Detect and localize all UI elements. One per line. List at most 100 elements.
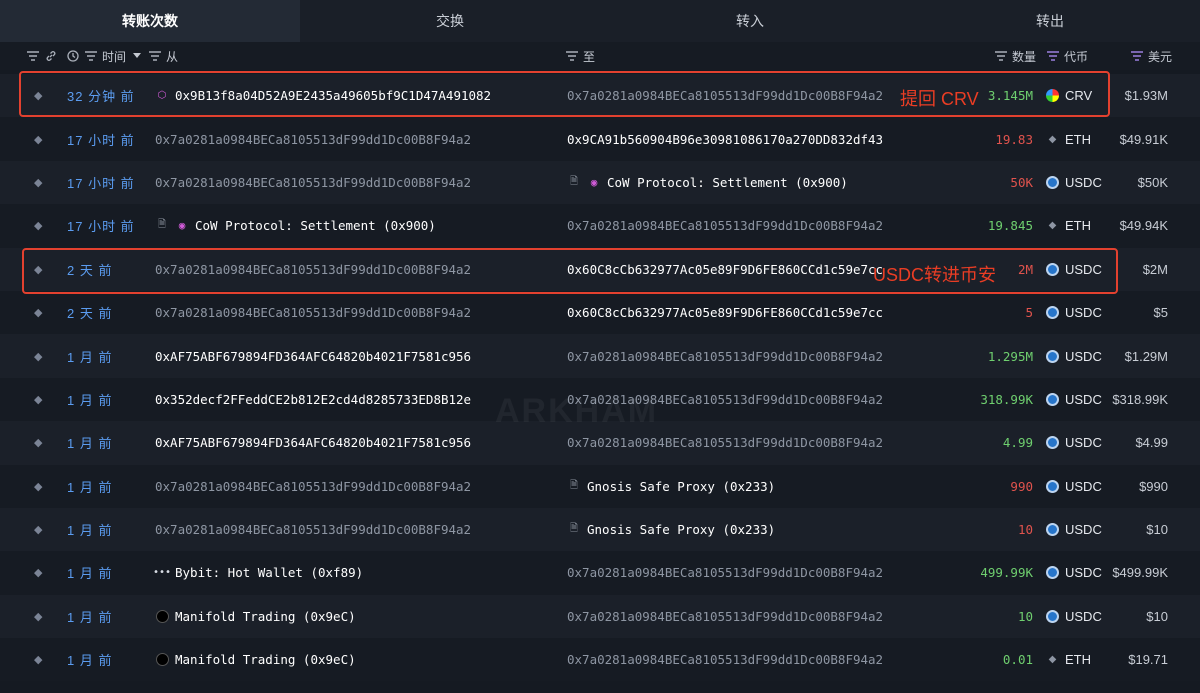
from-address[interactable]: 0x7a0281a0984BECa8105513dF99dd1Dc00B8F94… (155, 117, 471, 160)
token-cell[interactable]: USDC (1046, 334, 1102, 377)
filter-icon[interactable] (1046, 49, 1060, 63)
to-address-text[interactable]: 0x7a0281a0984BECa8105513dF99dd1Dc00B8F94… (567, 609, 883, 624)
to-address[interactable]: 🗎 Gnosis Safe Proxy (0x233) (567, 508, 775, 551)
to-address[interactable]: 0x7a0281a0984BECa8105513dF99dd1Dc00B8F94… (567, 638, 883, 681)
from-address[interactable]: 🗎 ◉ CoW Protocol: Settlement (0x900) (155, 204, 436, 247)
time-link[interactable]: 32 分钟 前 (67, 74, 135, 117)
table-row[interactable]: ◆ 32 分钟 前 ⬡ 0x9B13f8a04D52A9E2435a49605bf9C… (0, 74, 1200, 118)
to-address[interactable]: 0x7a0281a0984BECa8105513dF99dd1Dc00B8F94… (567, 551, 883, 594)
from-address-text[interactable]: 0x7a0281a0984BECa8105513dF99dd1Dc00B8F94… (155, 175, 471, 190)
to-address-text[interactable]: 0x7a0281a0984BECa8105513dF99dd1Dc00B8F94… (567, 218, 883, 233)
token-cell[interactable]: ◆ ETH (1046, 204, 1091, 247)
table-row[interactable]: ◆ 17 小时 前 🗎 ◉ CoW Protocol: Settlement (0x90… (0, 204, 1200, 248)
to-address-text[interactable]: 0x7a0281a0984BECa8105513dF99dd1Dc00B8F94… (567, 88, 883, 103)
header-amount[interactable]: 数量 (994, 42, 1036, 70)
to-address[interactable]: 0x7a0281a0984BECa8105513dF99dd1Dc00B8F94… (567, 204, 883, 247)
time-link[interactable]: 1 月 前 (67, 638, 112, 681)
table-row[interactable]: ◆ 2 天 前 0x7a0281a0984BECa8105513dF99dd1Dc0… (0, 247, 1200, 291)
token-symbol[interactable]: USDC (1065, 435, 1102, 450)
from-address[interactable]: 0x7a0281a0984BECa8105513dF99dd1Dc00B8F94… (155, 248, 471, 291)
to-address-text[interactable]: 0x60C8cCb632977Ac05e89F9D6FE860CCd1c59e7… (567, 262, 883, 277)
time-link[interactable]: 1 月 前 (67, 421, 112, 464)
filter-icon[interactable] (1130, 49, 1144, 63)
to-address-text[interactable]: Gnosis Safe Proxy (0x233) (587, 479, 775, 494)
to-address-text[interactable]: 0x7a0281a0984BECa8105513dF99dd1Dc00B8F94… (567, 435, 883, 450)
from-address-text[interactable]: 0x9B13f8a04D52A9E2435a49605bf9C1D47A4910… (175, 88, 491, 103)
from-address[interactable]: 0xAF75ABF679894FD364AFC64820b4021F7581c9… (155, 421, 471, 464)
token-symbol[interactable]: CRV (1065, 88, 1092, 103)
time-link[interactable]: 17 小时 前 (67, 204, 135, 247)
to-address-text[interactable]: 0x60C8cCb632977Ac05e89F9D6FE860CCd1c59e7… (567, 305, 883, 320)
table-row[interactable]: ◆ 1 月 前 Manifold Trading (0x9eC) 0x7a0281a0… (0, 638, 1200, 682)
to-address-text[interactable]: 0x9CA91b560904B96e30981086170a270DD832df… (567, 132, 883, 147)
header-to[interactable]: 至 (565, 42, 595, 70)
from-address-text[interactable]: 0x7a0281a0984BECa8105513dF99dd1Dc00B8F94… (155, 522, 471, 537)
token-symbol[interactable]: USDC (1065, 305, 1102, 320)
token-symbol[interactable]: USDC (1065, 565, 1102, 580)
token-symbol[interactable]: ETH (1065, 132, 1091, 147)
to-address-text[interactable]: 0x7a0281a0984BECa8105513dF99dd1Dc00B8F94… (567, 392, 883, 407)
to-address[interactable]: 0x7a0281a0984BECa8105513dF99dd1Dc00B8F94… (567, 74, 883, 117)
from-address-text[interactable]: Manifold Trading (0x9eC) (175, 609, 356, 624)
token-cell[interactable]: USDC (1046, 421, 1102, 464)
table-row[interactable]: ◆ 17 小时 前 0x7a0281a0984BECa8105513dF99dd1D… (0, 117, 1200, 161)
from-address[interactable]: 0x7a0281a0984BECa8105513dF99dd1Dc00B8F94… (155, 465, 471, 508)
from-address[interactable]: 0x7a0281a0984BECa8105513dF99dd1Dc00B8F94… (155, 291, 471, 334)
tab-outflow[interactable]: 转出 (900, 0, 1200, 42)
to-address-text[interactable]: 0x7a0281a0984BECa8105513dF99dd1Dc00B8F94… (567, 652, 883, 667)
token-symbol[interactable]: USDC (1065, 609, 1102, 624)
to-address[interactable]: 0x7a0281a0984BECa8105513dF99dd1Dc00B8F94… (567, 421, 883, 464)
table-row[interactable]: ◆ 17 小时 前 0x7a0281a0984BECa8105513dF99dd1D… (0, 160, 1200, 205)
table-row[interactable]: ◆ 1 月 前 ••• Bybit: Hot Wallet (0xf89) 0x7a02… (0, 551, 1200, 595)
time-link[interactable]: 1 月 前 (67, 378, 112, 421)
sort-down-icon[interactable] (130, 49, 144, 63)
from-address-text[interactable]: Manifold Trading (0x9eC) (175, 652, 356, 667)
time-link[interactable]: 1 月 前 (67, 465, 112, 508)
header-token[interactable]: 代币 (1046, 42, 1088, 70)
header-usd[interactable]: 美元 (1130, 42, 1172, 70)
from-address[interactable]: 0x7a0281a0984BECa8105513dF99dd1Dc00B8F94… (155, 161, 471, 204)
from-address[interactable]: ⬡ 0x9B13f8a04D52A9E2435a49605bf9C1D47A491… (155, 74, 491, 117)
token-symbol[interactable]: USDC (1065, 392, 1102, 407)
from-address-text[interactable]: CoW Protocol: Settlement (0x900) (195, 218, 436, 233)
token-symbol[interactable]: USDC (1065, 522, 1102, 537)
token-cell[interactable]: USDC (1046, 291, 1102, 334)
tab-swaps[interactable]: 交换 (300, 0, 600, 42)
from-address-text[interactable]: 0x7a0281a0984BECa8105513dF99dd1Dc00B8F94… (155, 479, 471, 494)
to-address-text[interactable]: 0x7a0281a0984BECa8105513dF99dd1Dc00B8F94… (567, 565, 883, 580)
to-address[interactable]: 0x7a0281a0984BECa8105513dF99dd1Dc00B8F94… (567, 595, 883, 638)
filter-icon[interactable] (26, 49, 40, 63)
from-address-text[interactable]: Bybit: Hot Wallet (0xf89) (175, 565, 363, 580)
token-cell[interactable]: USDC (1046, 595, 1102, 638)
time-link[interactable]: 17 小时 前 (67, 117, 135, 160)
token-cell[interactable]: USDC (1046, 378, 1102, 421)
link-icon[interactable] (44, 49, 58, 63)
token-symbol[interactable]: ETH (1065, 652, 1091, 667)
token-cell[interactable]: ◆ ETH (1046, 117, 1091, 160)
to-address[interactable]: 0x9CA91b560904B96e30981086170a270DD832df… (567, 117, 883, 160)
from-address[interactable]: 0x7a0281a0984BECa8105513dF99dd1Dc00B8F94… (155, 508, 471, 551)
to-address-text[interactable]: CoW Protocol: Settlement (0x900) (607, 175, 848, 190)
table-row[interactable]: ◆ 1 月 前 0xAF75ABF679894FD364AFC64820b4021F… (0, 334, 1200, 378)
from-address-text[interactable]: 0xAF75ABF679894FD364AFC64820b4021F7581c9… (155, 349, 471, 364)
from-address[interactable]: 0xAF75ABF679894FD364AFC64820b4021F7581c9… (155, 334, 471, 377)
time-link[interactable]: 1 月 前 (67, 551, 112, 594)
token-symbol[interactable]: USDC (1065, 349, 1102, 364)
time-link[interactable]: 1 月 前 (67, 508, 112, 551)
table-row[interactable]: ◆ 1 月 前 0xAF75ABF679894FD364AFC64820b4021F… (0, 421, 1200, 465)
from-address-text[interactable]: 0x7a0281a0984BECa8105513dF99dd1Dc00B8F94… (155, 305, 471, 320)
from-address-text[interactable]: 0x7a0281a0984BECa8105513dF99dd1Dc00B8F94… (155, 262, 471, 277)
from-address[interactable]: Manifold Trading (0x9eC) (155, 638, 356, 681)
table-row[interactable]: ◆ 1 月 前 Manifold Trading (0x9eC) 0x7a0281a0… (0, 594, 1200, 639)
table-row[interactable]: ◆ 1 月 前 0x7a0281a0984BECa8105513dF99dd1Dc0… (0, 464, 1200, 508)
to-address[interactable]: 🗎 ◉ CoW Protocol: Settlement (0x900) (567, 161, 848, 204)
table-row[interactable]: ◆ 1 月 前 0x7a0281a0984BECa8105513dF99dd1Dc0… (0, 507, 1200, 552)
from-address[interactable]: ••• Bybit: Hot Wallet (0xf89) (153, 551, 363, 594)
token-cell[interactable]: USDC (1046, 551, 1102, 594)
token-cell[interactable]: ◆ ETH (1046, 638, 1091, 681)
token-symbol[interactable]: USDC (1065, 262, 1102, 277)
time-link[interactable]: 1 月 前 (67, 334, 112, 377)
token-cell[interactable]: USDC (1046, 465, 1102, 508)
table-row[interactable]: ◆ 1 月 前 0x352decf2FFeddCE2b812E2cd4d828573… (0, 377, 1200, 422)
to-address[interactable]: 🗎 Gnosis Safe Proxy (0x233) (567, 465, 775, 508)
